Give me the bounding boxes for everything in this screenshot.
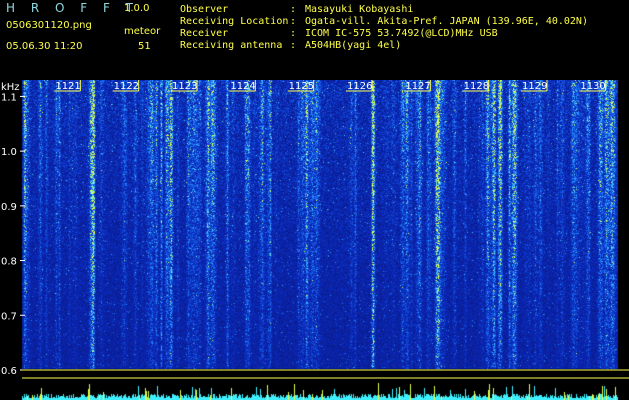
location-colon: : (290, 16, 297, 27)
datetime: 05.06.30 11:20 (6, 41, 83, 52)
location-label: Receiving Location (180, 16, 289, 27)
y-axis-label: kHz (1, 82, 20, 93)
x-tick-label: 1129 (522, 81, 547, 92)
location-value: Ogata-vill. Akita-Pref. JAPAN (139.96E, … (305, 16, 588, 27)
x-tick-label: 1124 (230, 81, 255, 92)
x-tick-label: 1123 (172, 81, 197, 92)
meteor-count: 51 (138, 41, 151, 52)
x-tick-label: 1125 (289, 81, 314, 92)
antenna-value: A504HB(yagi 4el) (305, 40, 402, 51)
meteor-label: meteor (124, 26, 161, 37)
y-tick-label: 0.6 (1, 366, 17, 377)
receiver-value: ICOM IC-575 53.7492(@LCD)MHz USB (305, 28, 498, 39)
observer-value: Masayuki Kobayashi (305, 4, 414, 15)
x-tick-label: 1122 (114, 81, 139, 92)
y-tick-label: 1.0 (1, 147, 17, 158)
app-title: H R O F F T (6, 1, 140, 15)
x-tick-label: 1128 (464, 81, 489, 92)
x-tick-label: 1126 (347, 81, 372, 92)
y-tick-label: 0.7 (1, 311, 17, 322)
antenna-colon: : (290, 40, 297, 51)
y-tick-label: 0.9 (1, 202, 17, 213)
observer-label: Observer (180, 4, 229, 15)
x-tick-label: 1127 (405, 81, 430, 92)
y-tick-label: 1.1 (1, 92, 17, 103)
app-version: 1.0.0 (124, 3, 150, 14)
receiver-label: Receiver (180, 28, 229, 39)
x-tick-label: 1121 (55, 81, 80, 92)
receiver-colon: : (290, 28, 297, 39)
spectrogram-axes: kHz1.1 1.0 0.9 0.8 0.7 0.6 1121 1122 1123 1124 112… (1, 80, 629, 379)
y-tick-label: 0.8 (1, 257, 17, 268)
antenna-label: Receiving antenna (180, 40, 283, 51)
observer-colon: : (290, 4, 297, 15)
x-tick-label: 1130 (580, 81, 605, 92)
filename: 0506301120.png (6, 20, 92, 31)
